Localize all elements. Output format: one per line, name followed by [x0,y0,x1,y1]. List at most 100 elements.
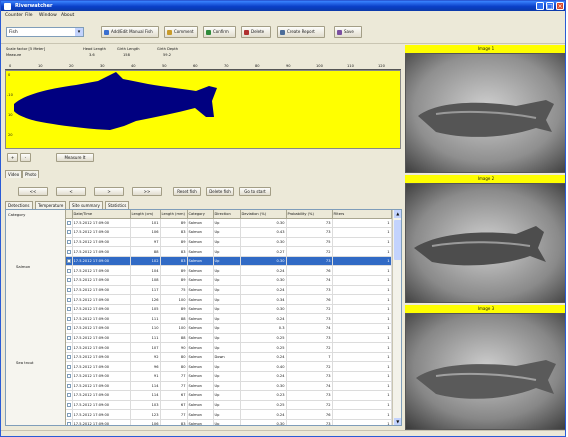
table-row[interactable]: 17.5.2012 17:09:00 126 100 Salmon Up 0.34 76 1 [66,294,392,305]
table-cell: Salmon [187,246,214,257]
table-row[interactable]: 17.5.2012 17:09:00 114 67 Salmon Up 0.23 73 1 [66,390,392,401]
menu-counter[interactable]: Counter [5,13,23,18]
save-button[interactable]: Save [334,26,362,38]
row-checkbox[interactable] [67,326,71,331]
camera-3-image[interactable] [405,313,565,430]
row-checkbox[interactable] [67,403,71,408]
scroll-down-icon[interactable]: ▼ [393,418,401,425]
close-button[interactable]: × [556,2,564,10]
table-row[interactable]: 17.5.2012 17:09:00 96 80 Salmon Up 0.40 72 1 [66,361,392,372]
row-checkbox[interactable] [67,412,71,417]
column-header[interactable]: Deviation (%) [240,210,287,219]
row-checkbox[interactable] [67,249,71,254]
column-header[interactable]: Probability (%) [286,210,333,219]
camera-1-image[interactable] [405,53,565,173]
table-cell: 114 [130,381,161,392]
table-row[interactable]: 17.5.2012 17:09:00 106 83 Salmon Up 0.30 73 1 [66,419,392,425]
delete-button[interactable]: Delete [241,26,271,38]
row-checkbox[interactable] [67,239,71,244]
row-checkbox[interactable] [67,335,71,340]
row-checkbox[interactable] [67,364,71,369]
title-bar[interactable]: Riverwatcher _ □ × [1,1,565,11]
column-header[interactable]: Date/Time [72,210,131,219]
vertical-scrollbar[interactable]: ▲ ▼ [392,210,401,425]
table-row[interactable]: 17.5.2012 17:09:00 103 67 Salmon Up 0.25 72 1 [66,400,392,411]
table-row[interactable]: 17.5.2012 17:09:00 110 100 Salmon Up 0.3 74 1 [66,323,392,334]
fish-silhouette-panel[interactable]: 0 -10 10 20 [5,70,401,149]
minimize-button[interactable]: _ [536,2,544,10]
table-row[interactable]: 17.5.2012 17:09:00 105 89 Salmon Up 0.30 72 1 [66,304,392,315]
table-cell: 1 [332,294,392,305]
go-to-start-button[interactable]: Go to start [239,187,271,196]
table-row[interactable]: 17.5.2012 17:09:00 111 88 Salmon Up 0.24 73 1 [66,313,392,325]
table-cell: Salmon [187,265,214,277]
comment-button[interactable]: Comment [164,26,198,38]
tab-detections[interactable]: Detections [5,201,33,209]
reset-fish-button[interactable]: Reset fish [173,187,201,196]
row-checkbox[interactable] [67,393,71,398]
table-row[interactable]: 17.5.2012 17:09:00 104 89 Salmon Up 0.24 76 1 [66,265,392,277]
column-header[interactable]: Direction [213,210,241,219]
table-row[interactable]: 17.5.2012 17:09:00 111 88 Salmon Up 0.25 73 1 [66,333,392,344]
first-button[interactable]: << [18,187,48,196]
row-checkbox[interactable] [67,297,71,302]
scroll-thumb[interactable] [393,220,401,260]
row-checkbox[interactable] [67,259,71,264]
table-row[interactable]: 17.5.2012 17:09:00 101 89 Salmon Up 0.30 73 1 [66,218,392,229]
table-row[interactable]: 17.5.2012 17:09:00 117 75 Salmon Up 0.24 73 1 [66,285,392,296]
column-header[interactable]: Filters [332,210,392,219]
previous-button[interactable]: < [56,187,86,196]
row-checkbox[interactable] [67,287,71,292]
measure-it-button[interactable]: Measure It [56,153,94,162]
row-checkbox[interactable] [67,230,71,235]
zoom-out-button[interactable]: - [20,153,31,162]
table-row[interactable]: 17.5.2012 17:09:00 91 77 Salmon Up 0.24 73 1 [66,371,392,382]
row-checkbox[interactable] [67,345,71,350]
column-header[interactable]: Category [187,210,214,219]
scroll-up-icon[interactable]: ▲ [393,210,401,218]
create-report-button[interactable]: Create Report [277,26,325,38]
category-salmon[interactable]: Salmon [16,264,30,269]
zoom-in-button[interactable]: + [7,153,18,162]
chevron-down-icon[interactable]: ▾ [75,28,83,36]
row-checkbox[interactable] [67,268,71,273]
row-checkbox[interactable] [67,422,71,425]
column-header[interactable]: Length (mm) [160,210,188,219]
table-cell: Salmon [187,294,214,305]
table-row[interactable]: 17.5.2012 17:09:00 106 83 Salmon Up 0.43 73 1 [66,227,392,238]
camera-2-image[interactable] [405,183,565,303]
delete-fish-button[interactable]: Delete fish [206,187,234,196]
category-dropdown[interactable]: Fish ▾ [6,27,84,37]
tab-temperature[interactable]: Temperature [35,201,67,209]
category-sea-trout[interactable]: Sea trout [16,360,33,365]
row-checkbox[interactable] [67,316,71,321]
tab-statistics[interactable]: Statistics [105,201,130,209]
next-button[interactable]: > [94,187,124,196]
table-row[interactable]: 17.5.2012 17:09:00 102 83 Salmon Up 0.30 73 1 [66,256,392,267]
table-row[interactable]: 17.5.2012 17:09:00 97 89 Salmon Up 0.30 75 1 [66,237,392,248]
table-row[interactable]: 17.5.2012 17:09:00 88 83 Salmon Up 0.27 72 1 [66,246,392,257]
menu-file[interactable]: File [25,13,33,18]
tab-site-summary[interactable]: Site summary [69,201,103,209]
table-row[interactable]: 17.5.2012 17:09:00 107 90 Salmon Up 0.25 72 1 [66,342,392,353]
row-checkbox[interactable] [67,383,71,388]
menu-window[interactable]: Window [39,13,57,18]
tab-photo[interactable]: Photo [22,170,40,178]
menu-about[interactable]: About [61,13,74,18]
table-row[interactable]: 17.5.2012 17:09:00 108 89 Salmon Up 0.30 74 1 [66,275,392,286]
tab-video[interactable]: Video [5,170,23,178]
table-row[interactable]: 17.5.2012 17:09:00 123 77 Salmon Up 0.24 76 1 [66,409,392,420]
confirm-button[interactable]: Confirm [203,26,236,38]
row-checkbox[interactable] [67,307,71,312]
add-manual-fish-button[interactable]: Add/Edit Manual Fish [101,26,159,38]
row-checkbox[interactable] [67,374,71,379]
column-header[interactable]: Length (cm) [130,210,161,219]
row-checkbox[interactable] [67,220,71,225]
maximize-button[interactable]: □ [546,2,554,10]
table-row[interactable]: 17.5.2012 17:09:00 114 77 Salmon Up 0.30 74 1 [66,381,392,392]
table-row[interactable]: 17.5.2012 17:09:00 92 80 Salmon Down 0.24 7 1 [66,352,392,363]
row-checkbox[interactable] [67,355,71,360]
table-cell: Up [213,227,241,238]
row-checkbox[interactable] [67,278,71,283]
last-button[interactable]: >> [132,187,162,196]
